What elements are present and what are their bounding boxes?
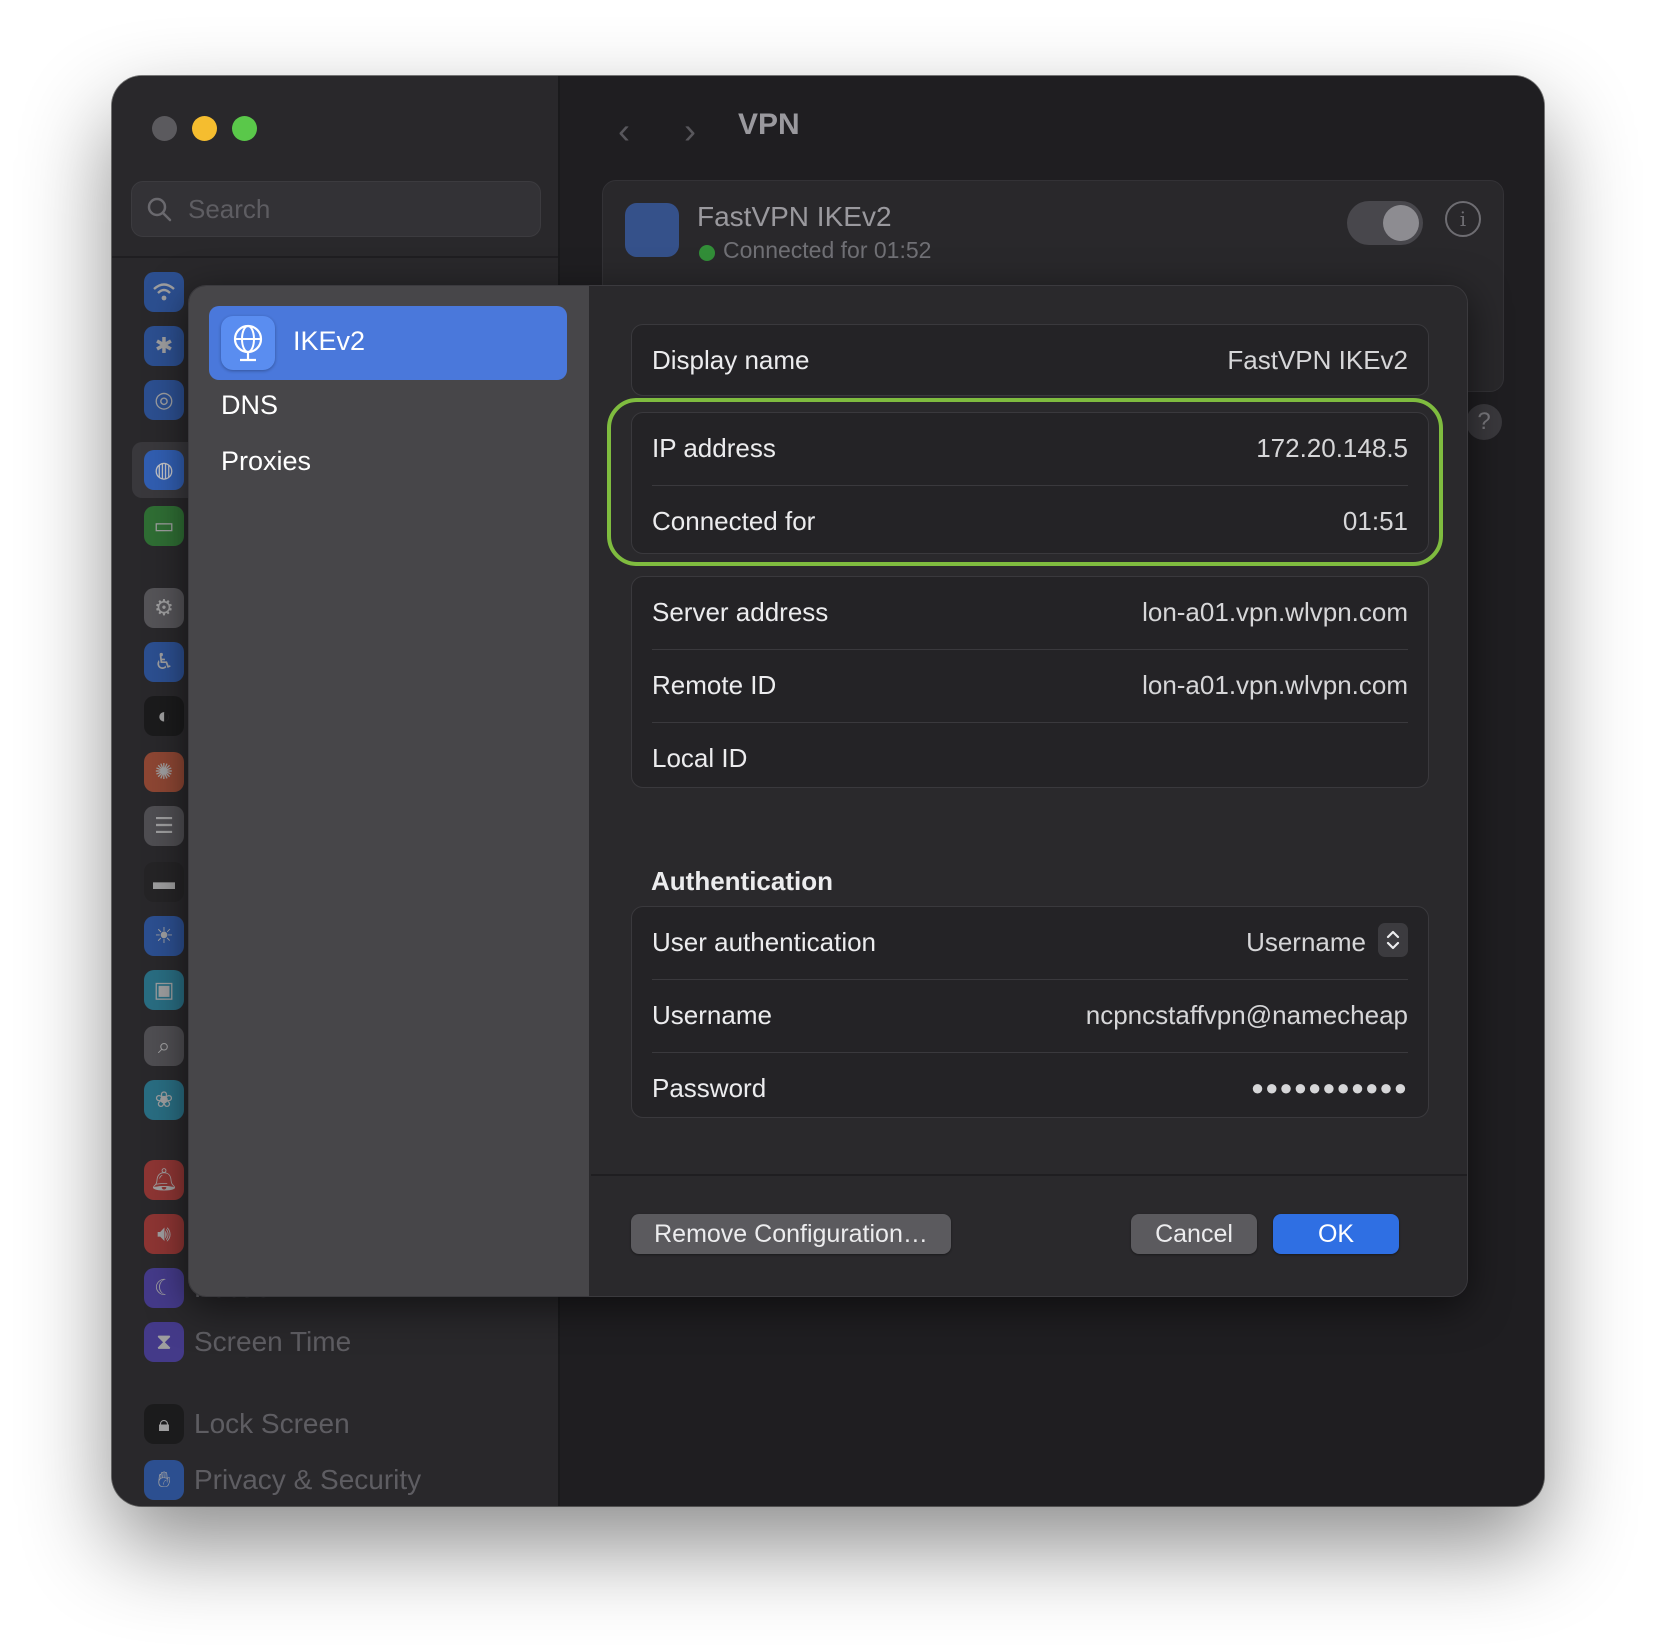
sheet-tab-ikev2[interactable]: IKEv2: [209, 306, 567, 380]
user-authentication-popup[interactable]: [1378, 923, 1408, 957]
password-value[interactable]: ●●●●●●●●●●●: [1251, 1075, 1408, 1101]
vpn-connection-status: Connected for 01:52: [723, 237, 932, 263]
bluetooth-icon[interactable]: ✱: [144, 326, 184, 366]
username-label: Username: [652, 1000, 772, 1030]
up-down-chevron-icon: [1386, 930, 1400, 950]
connected-for-row: Connected for 01:51: [652, 486, 1408, 559]
displays-sun-icon[interactable]: ☀: [144, 916, 184, 956]
spotlight-icon[interactable]: ⌕: [144, 1026, 184, 1066]
sound-speaker-icon[interactable]: 🔊︎: [144, 1214, 184, 1254]
desktop-dock-icon[interactable]: ▬: [144, 862, 184, 902]
sheet-tab-label: Proxies: [221, 446, 312, 476]
focus-moon-icon[interactable]: ☾: [144, 1268, 184, 1308]
connected-for-value: 01:51: [1342, 506, 1408, 536]
remote-id-value[interactable]: lon-a01.vpn.wlvpn.com: [1142, 670, 1408, 701]
search-placeholder: Search: [188, 194, 271, 224]
display-name-label: Display name: [652, 345, 810, 375]
server-group: Server address lon-a01.vpn.wlvpn.com Rem…: [631, 576, 1429, 788]
sheet-content: Display name FastVPN IKEv2 IP address 17…: [591, 286, 1467, 1296]
vpn-globe-icon: [625, 203, 679, 257]
help-question-icon[interactable]: ?: [1466, 404, 1502, 440]
lock-screen-icon[interactable]: 🔒︎: [144, 1404, 184, 1444]
username-value[interactable]: ncpncstaffvpn@namecheap: [1086, 1000, 1408, 1031]
general-gear-icon[interactable]: ⚙: [144, 588, 184, 628]
authentication-group: User authentication Username Username nc…: [631, 906, 1429, 1118]
ip-address-value: 172.20.148.5: [1256, 433, 1408, 463]
pane-title: VPN: [738, 108, 800, 141]
info-icon[interactable]: i: [1445, 201, 1481, 237]
vpn-toggle[interactable]: [1347, 201, 1423, 245]
ok-button[interactable]: OK: [1273, 1214, 1399, 1254]
ip-address-row: IP address 172.20.148.5: [652, 413, 1408, 486]
sheet-tab-label: IKEv2: [293, 326, 366, 356]
control-center-icon[interactable]: ☰: [144, 806, 184, 846]
screen-saver-icon[interactable]: ❀: [144, 1080, 184, 1120]
close-window-button[interactable]: [152, 116, 177, 141]
display-name-group: Display name FastVPN IKEv2: [631, 324, 1429, 396]
authentication-heading: Authentication: [651, 866, 833, 896]
username-row[interactable]: Username ncpncstaffvpn@namecheap: [652, 980, 1408, 1053]
password-row[interactable]: Password ●●●●●●●●●●●: [652, 1053, 1408, 1126]
local-id-label: Local ID: [652, 743, 748, 773]
sheet-tab-label: DNS: [221, 390, 279, 420]
footer-divider: [591, 1174, 1467, 1176]
display-name-value[interactable]: FastVPN IKEv2: [1227, 345, 1408, 376]
connected-for-label: Connected for: [652, 506, 816, 536]
sidebar-item-lock-screen[interactable]: Lock Screen: [194, 1408, 350, 1440]
screen-time-hourglass-icon[interactable]: ⧗: [144, 1322, 184, 1362]
forward-chevron-icon[interactable]: ›: [684, 110, 696, 152]
remote-id-label: Remote ID: [652, 670, 777, 700]
sheet-tab-proxies[interactable]: Proxies: [209, 426, 567, 500]
toggle-knob: [1383, 205, 1419, 241]
search-icon: [147, 197, 172, 222]
vpn-config-sheet: IKEv2 DNS Proxies Display name FastVPN I…: [188, 285, 1468, 1297]
sidebar-divider: [112, 256, 558, 258]
sidebar-item-privacy[interactable]: Privacy & Security: [194, 1464, 421, 1496]
wifi-icon[interactable]: [144, 272, 184, 312]
password-label: Password: [652, 1073, 767, 1103]
user-authentication-value[interactable]: Username: [1246, 927, 1366, 958]
wallpaper-icon[interactable]: ▣: [144, 970, 184, 1010]
network-icon[interactable]: ◎: [144, 380, 184, 420]
remote-id-row[interactable]: Remote ID lon-a01.vpn.wlvpn.com: [652, 650, 1408, 723]
user-authentication-label: User authentication: [652, 927, 877, 957]
connection-info-group: IP address 172.20.148.5 Connected for 01…: [631, 412, 1429, 554]
notifications-bell-icon[interactable]: 🔔︎: [144, 1160, 184, 1200]
apple-intelligence-icon[interactable]: ✺: [144, 752, 184, 792]
back-chevron-icon[interactable]: ‹: [618, 110, 630, 152]
display-name-row[interactable]: Display name FastVPN IKEv2: [652, 325, 1408, 395]
sidebar-item-screen-time[interactable]: Screen Time: [194, 1326, 351, 1358]
appearance-icon[interactable]: ◐: [144, 696, 184, 736]
vpn-globe-icon[interactable]: ◍: [144, 450, 184, 490]
connected-status-dot: [699, 245, 715, 261]
local-id-row[interactable]: Local ID: [652, 723, 1408, 796]
ip-address-label: IP address: [652, 433, 776, 463]
server-address-row[interactable]: Server address lon-a01.vpn.wlvpn.com: [652, 577, 1408, 650]
minimize-window-button[interactable]: [192, 116, 217, 141]
remove-configuration-button[interactable]: Remove Configuration…: [631, 1214, 951, 1254]
user-authentication-row: User authentication Username: [652, 907, 1408, 980]
cancel-button[interactable]: Cancel: [1131, 1214, 1257, 1254]
vpn-connection-name: FastVPN IKEv2: [697, 201, 892, 232]
battery-icon[interactable]: ▭: [144, 506, 184, 546]
privacy-hand-icon[interactable]: ✋︎: [144, 1460, 184, 1500]
server-address-label: Server address: [652, 597, 829, 627]
accessibility-icon[interactable]: ♿: [144, 642, 184, 682]
server-address-value[interactable]: lon-a01.vpn.wlvpn.com: [1142, 597, 1408, 628]
sheet-sidebar: IKEv2 DNS Proxies: [189, 286, 591, 1296]
search-field[interactable]: Search: [131, 181, 541, 237]
zoom-window-button[interactable]: [232, 116, 257, 141]
vpn-globe-icon: [221, 316, 275, 370]
